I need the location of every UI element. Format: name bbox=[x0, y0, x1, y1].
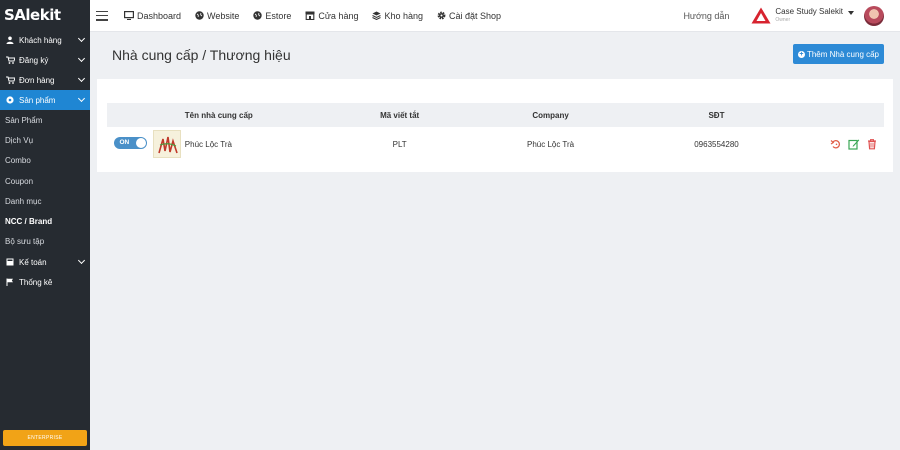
column-header-code: Mã viết tắt bbox=[380, 110, 420, 120]
chevron-down-icon bbox=[77, 34, 86, 43]
sidebar-subitem-combo[interactable]: Combo bbox=[0, 151, 90, 171]
calculator-icon bbox=[5, 258, 15, 266]
nav-label: Cài đặt Shop bbox=[449, 10, 502, 21]
sidebar-item-statistics[interactable]: Thống kê bbox=[0, 272, 90, 292]
hamburger-menu-icon[interactable] bbox=[96, 10, 108, 21]
nav-website[interactable]: Website bbox=[195, 11, 239, 21]
store-icon bbox=[305, 11, 315, 20]
table-row: ON Phúc Lộc Trà PLT Phúc Lộc Trà 0963554… bbox=[107, 127, 884, 161]
table-header-row: Tên nhà cung cấp Mã viết tắt Company SĐT bbox=[107, 103, 884, 127]
nav-label: Cửa hàng bbox=[318, 10, 359, 21]
row-actions bbox=[830, 138, 884, 150]
sidebar-item-label: Đơn hàng bbox=[19, 75, 55, 85]
trash-icon[interactable] bbox=[866, 138, 878, 150]
nav-stores[interactable]: Cửa hàng bbox=[305, 11, 358, 21]
sidebar-subitem-products[interactable]: Sản Phẩm bbox=[0, 110, 90, 130]
undo-icon[interactable] bbox=[830, 138, 842, 150]
topbar-right: Hướng dẫn Case Study Salekit Owner bbox=[683, 0, 900, 32]
sidebar-item-accounting[interactable]: Kế toán bbox=[0, 252, 90, 272]
supplier-logo bbox=[152, 130, 181, 158]
avatar[interactable] bbox=[864, 6, 884, 26]
sidebar-item-products[interactable]: Sản phẩm bbox=[0, 90, 90, 110]
nav-label: Website bbox=[207, 10, 240, 21]
chevron-down-icon bbox=[77, 74, 86, 83]
supplier-company: Phúc Lộc Trà bbox=[526, 139, 575, 149]
sidebar-subitem-collections[interactable]: Bộ sưu tập bbox=[0, 232, 90, 252]
sidebar-item-label: Khách hàng bbox=[19, 35, 62, 45]
nav-estore[interactable]: Estore bbox=[253, 11, 291, 21]
suppliers-card: Tên nhà cung cấp Mã viết tắt Company SĐT… bbox=[97, 79, 893, 172]
sidebar-item-label: Đăng ký bbox=[19, 55, 49, 65]
nav-label: Estore bbox=[265, 10, 292, 21]
sidebar-subitem-services[interactable]: Dịch Vụ bbox=[0, 130, 90, 150]
chevron-down-icon bbox=[77, 257, 86, 265]
suppliers-table: Tên nhà cung cấp Mã viết tắt Company SĐT… bbox=[107, 103, 884, 161]
sidebar-subitem-coupon[interactable]: Coupon bbox=[0, 171, 90, 191]
tag-icon bbox=[5, 96, 15, 104]
account-menu[interactable]: Case Study Salekit Owner bbox=[751, 6, 892, 26]
status-toggle[interactable]: ON bbox=[114, 137, 148, 149]
sidebar: SAlekit Khách hàng Đăng ký Đơn hàng Sản … bbox=[0, 0, 90, 450]
cart-icon bbox=[5, 56, 15, 64]
toggle-label: ON bbox=[119, 139, 130, 146]
nav-warehouse[interactable]: Kho hàng bbox=[372, 11, 423, 21]
account-name: Case Study Salekit bbox=[775, 7, 843, 16]
sidebar-item-registrations[interactable]: Đăng ký bbox=[0, 50, 90, 70]
app-logo[interactable]: SAlekit bbox=[0, 0, 90, 30]
plus-circle-icon: + bbox=[797, 50, 805, 58]
add-supplier-label: Thêm Nhà cung cấp bbox=[806, 49, 880, 59]
monitor-icon bbox=[124, 11, 134, 20]
page-title: Nhà cung cấp / Thương hiệu bbox=[112, 47, 291, 63]
sidebar-item-orders[interactable]: Đơn hàng bbox=[0, 70, 90, 90]
chevron-down-icon bbox=[77, 54, 86, 63]
add-supplier-button[interactable]: + Thêm Nhà cung cấp bbox=[793, 44, 884, 64]
edit-icon[interactable] bbox=[848, 138, 860, 150]
column-header-phone: SĐT bbox=[708, 110, 725, 120]
nav-dashboard[interactable]: Dashboard bbox=[124, 11, 181, 21]
sidebar-item-customers[interactable]: Khách hàng bbox=[0, 30, 90, 50]
sidebar-nav: Khách hàng Đăng ký Đơn hàng Sản phẩm Sản… bbox=[0, 30, 90, 292]
top-navbar: Dashboard Website Estore Cửa hàng Kho hà… bbox=[90, 0, 900, 32]
enterprise-button[interactable]: ENTERPRISE bbox=[3, 430, 87, 446]
globe-icon bbox=[195, 11, 204, 20]
sidebar-item-label: Sản phẩm bbox=[19, 95, 56, 105]
sidebar-item-label: Kế toán bbox=[19, 257, 47, 267]
sidebar-subitem-categories[interactable]: Danh mục bbox=[0, 191, 90, 211]
column-header-name: Tên nhà cung cấp bbox=[184, 110, 253, 120]
supplier-phone: 0963554280 bbox=[694, 139, 739, 149]
nav-label: Kho hàng bbox=[384, 10, 424, 21]
company-logo-icon bbox=[751, 7, 771, 26]
sidebar-item-label: Thống kê bbox=[19, 277, 53, 287]
stack-icon bbox=[372, 11, 382, 20]
user-icon bbox=[5, 36, 15, 44]
flag-icon bbox=[5, 278, 15, 287]
globe-icon bbox=[253, 11, 263, 20]
caret-down-icon bbox=[848, 11, 854, 15]
gear-icon bbox=[437, 11, 446, 20]
column-header-company: Company bbox=[532, 110, 569, 120]
sidebar-subitem-brands[interactable]: NCC / Brand bbox=[0, 211, 90, 231]
chevron-down-icon bbox=[77, 94, 86, 103]
nav-label: Dashboard bbox=[137, 10, 182, 21]
nav-shop-settings[interactable]: Cài đặt Shop bbox=[437, 11, 501, 21]
cart-icon bbox=[5, 76, 15, 84]
help-link[interactable]: Hướng dẫn bbox=[683, 11, 729, 21]
account-role: Owner bbox=[775, 17, 791, 23]
supplier-code: PLT bbox=[392, 139, 407, 149]
supplier-name: Phúc Lộc Trà bbox=[184, 139, 232, 149]
